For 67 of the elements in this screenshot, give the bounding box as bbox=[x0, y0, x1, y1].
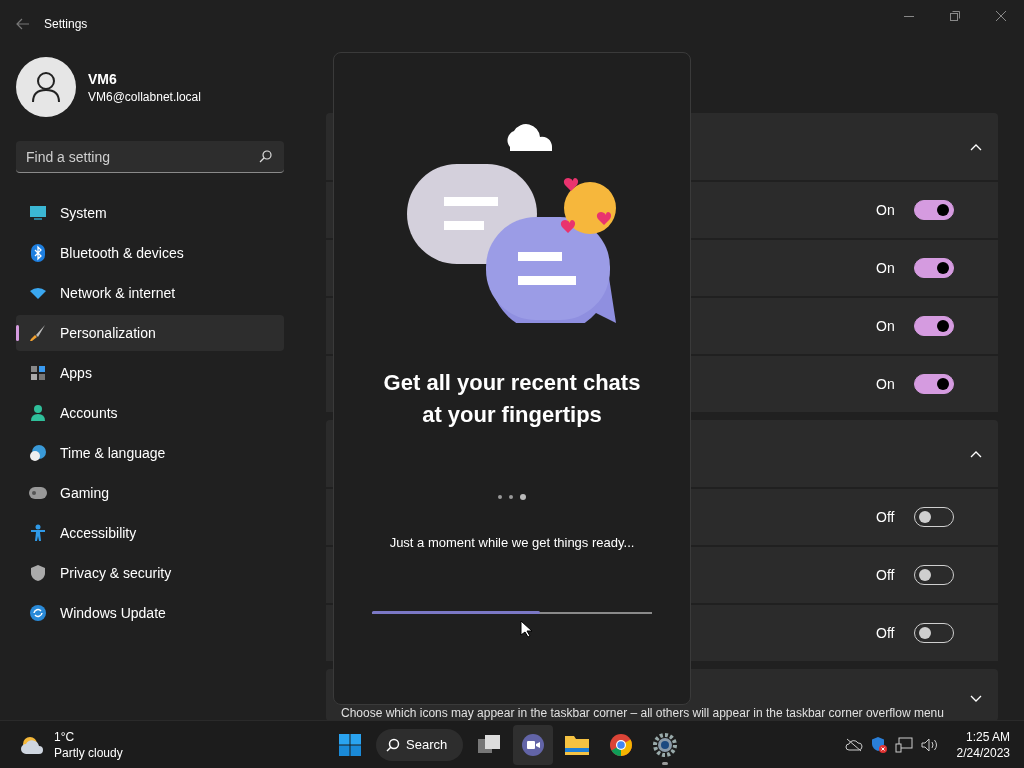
globe-clock-icon bbox=[28, 444, 48, 462]
avatar bbox=[16, 57, 76, 117]
video-chat-icon bbox=[521, 732, 546, 757]
bluetooth-icon bbox=[28, 244, 48, 262]
toggle-state: Off bbox=[876, 625, 896, 641]
taskbar-search-button[interactable]: Search bbox=[376, 728, 464, 761]
section-description: Choose which icons may appear in the taskbar corner – all others will appear in the taskbar corner overflow menu bbox=[341, 706, 945, 720]
loading-message: Just a moment while we get things ready... bbox=[389, 535, 635, 550]
window-title: Settings bbox=[44, 17, 88, 31]
windows-logo-icon bbox=[339, 733, 361, 756]
accessibility-icon bbox=[28, 524, 48, 542]
cloud-offline-icon[interactable] bbox=[844, 737, 863, 752]
sidebar-item[interactable]: Personalization bbox=[16, 315, 284, 351]
toggle-switch[interactable] bbox=[914, 374, 954, 394]
taskbar-app-button[interactable] bbox=[513, 724, 554, 765]
sidebar-item[interactable]: Accounts bbox=[16, 395, 284, 431]
windows-stack-icon bbox=[477, 733, 502, 756]
toggle-state: Off bbox=[876, 567, 896, 583]
sidebar-item[interactable]: System bbox=[16, 195, 284, 231]
monitor-icon bbox=[28, 204, 48, 222]
minimize-icon bbox=[904, 15, 914, 17]
toggle-state: On bbox=[876, 260, 896, 276]
shield-icon bbox=[28, 564, 48, 582]
restore-icon bbox=[950, 11, 960, 21]
sidebar-item[interactable]: Time & language bbox=[16, 435, 284, 471]
sidebar-item[interactable]: Apps bbox=[16, 355, 284, 391]
weather-condition: Partly cloudy bbox=[54, 744, 123, 761]
sidebar-item[interactable]: Windows Update bbox=[16, 595, 284, 631]
gamepad-icon bbox=[28, 484, 48, 502]
toggle-state: On bbox=[876, 202, 896, 218]
sidebar-item[interactable]: Privacy & security bbox=[16, 555, 284, 591]
search-icon bbox=[259, 150, 272, 163]
running-indicator bbox=[662, 761, 669, 765]
chevron-down-icon[interactable] bbox=[970, 695, 982, 703]
back-arrow-icon[interactable] bbox=[16, 18, 30, 30]
toggle-switch[interactable] bbox=[914, 258, 954, 278]
temperature: 1°C bbox=[54, 728, 76, 745]
selection-indicator bbox=[16, 325, 19, 341]
flyout-title: Get all your recent chats at your fingertips bbox=[382, 369, 642, 429]
close-icon bbox=[996, 11, 1006, 21]
chevron-up-icon[interactable] bbox=[970, 449, 982, 458]
mouse-cursor-icon bbox=[520, 620, 532, 638]
sidebar-item[interactable]: Accessibility bbox=[16, 515, 284, 551]
toggle-switch[interactable] bbox=[914, 316, 954, 336]
chevron-up-icon[interactable] bbox=[970, 142, 982, 151]
search-field[interactable]: Find a setting bbox=[16, 141, 284, 173]
taskbar-clock[interactable]: 1:25 AM 2/24/2023 bbox=[956, 728, 1010, 761]
browser-icon bbox=[609, 732, 634, 757]
toggle-state: On bbox=[876, 318, 896, 334]
user-email: VM6@collabnet.local bbox=[88, 89, 201, 104]
loading-dots-icon bbox=[497, 493, 527, 501]
search-icon bbox=[386, 737, 400, 752]
volume-icon[interactable] bbox=[920, 737, 939, 752]
gear-icon bbox=[653, 732, 678, 757]
shield-alert-icon[interactable] bbox=[870, 735, 887, 754]
sidebar-item[interactable]: Network & internet bbox=[16, 275, 284, 311]
network-icon[interactable] bbox=[894, 736, 913, 753]
person-icon bbox=[28, 404, 48, 422]
user-name: VM6 bbox=[88, 70, 118, 87]
folder-icon bbox=[564, 733, 591, 756]
update-icon bbox=[28, 604, 48, 622]
toggle-state: Off bbox=[876, 509, 896, 525]
sidebar-item[interactable]: Gaming bbox=[16, 475, 284, 511]
toggle-state: On bbox=[876, 376, 896, 392]
toggle-switch[interactable] bbox=[914, 200, 954, 220]
sidebar-item[interactable]: Bluetooth & devices bbox=[16, 235, 284, 271]
apps-grid-icon bbox=[28, 364, 48, 382]
